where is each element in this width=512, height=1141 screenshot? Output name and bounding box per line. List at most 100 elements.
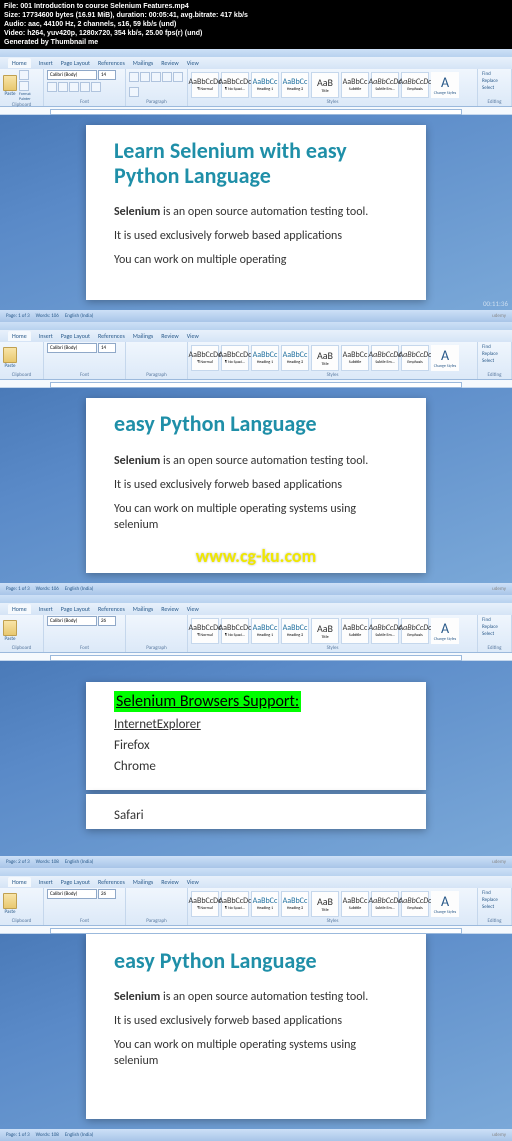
tab-insert[interactable]: Insert xyxy=(39,605,53,613)
browsers-header[interactable]: Selenium Browsers Support: xyxy=(114,692,398,711)
font-size-combo[interactable]: 14 xyxy=(98,343,116,353)
ruler[interactable] xyxy=(0,926,512,934)
font-name-combo[interactable]: Calibri (Body) xyxy=(47,889,97,899)
tab-review[interactable]: Review xyxy=(161,878,178,886)
change-styles-button[interactable]: AChange Styles xyxy=(431,345,459,371)
doc-title[interactable]: easy Python Language xyxy=(114,412,398,436)
tab-references[interactable]: References xyxy=(98,878,125,886)
replace-button[interactable]: Replace xyxy=(482,78,507,84)
style-subtle[interactable]: AaBbCcDcSubtle Em... xyxy=(371,345,399,371)
page-indicator[interactable]: Page: 1 of 3 xyxy=(6,586,30,592)
tab-view[interactable]: View xyxy=(187,605,199,613)
document-page[interactable]: easy Python Language Selenium is an open… xyxy=(86,398,426,573)
page-indicator[interactable]: Page: 1 of 3 xyxy=(6,313,30,319)
doc-paragraph-1[interactable]: Selenium is an open source automation te… xyxy=(114,204,398,220)
tab-review[interactable]: Review xyxy=(161,605,178,613)
select-button[interactable]: Select xyxy=(482,631,507,637)
bullets-button[interactable] xyxy=(129,72,139,82)
word-count[interactable]: Words: 108 xyxy=(36,1132,59,1138)
style-nospacing[interactable]: AaBbCcDc¶ No Spaci... xyxy=(221,891,249,917)
tab-pagelayout[interactable]: Page Layout xyxy=(61,605,90,613)
browser-ie[interactable]: InternetExplorer xyxy=(114,717,398,732)
document-area[interactable]: Learn Selenium witheasy Python Language … xyxy=(0,934,512,1129)
paste-button[interactable]: Paste xyxy=(3,347,17,369)
doc-paragraph-1[interactable]: Selenium is an open source automation te… xyxy=(114,989,398,1005)
cut-button[interactable] xyxy=(19,70,29,80)
style-h2[interactable]: AaBbCcHeading 2 xyxy=(281,618,309,644)
select-button[interactable]: Select xyxy=(482,904,507,910)
tab-references[interactable]: References xyxy=(98,59,125,67)
tab-pagelayout[interactable]: Page Layout xyxy=(61,332,90,340)
tab-view[interactable]: View xyxy=(187,878,199,886)
style-h1[interactable]: AaBbCcHeading 1 xyxy=(251,618,279,644)
tab-home[interactable]: Home xyxy=(8,877,31,887)
style-normal[interactable]: AaBbCcDc¶ Normal xyxy=(191,72,219,98)
doc-paragraph-3[interactable]: You can work on multiple operating xyxy=(114,252,398,268)
style-normal[interactable]: AaBbCcDc¶ Normal xyxy=(191,618,219,644)
style-emphasis[interactable]: AaBbCcDcEmphasis xyxy=(401,72,429,98)
style-emphasis[interactable]: AaBbCcDcEmphasis xyxy=(401,618,429,644)
copy-button[interactable] xyxy=(19,81,29,91)
word-count[interactable]: Words: 106 xyxy=(36,586,59,592)
style-h2[interactable]: AaBbCcHeading 2 xyxy=(281,345,309,371)
style-title[interactable]: AaBTitle xyxy=(311,618,339,644)
italic-button[interactable] xyxy=(58,82,68,92)
style-subtitle[interactable]: AaBbCcSubtitle xyxy=(341,345,369,371)
language-indicator[interactable]: English (India) xyxy=(65,1132,94,1138)
tab-view[interactable]: View xyxy=(187,332,199,340)
change-styles-button[interactable]: AChange Styles xyxy=(431,618,459,644)
underline-button[interactable] xyxy=(69,82,79,92)
document-page[interactable]: Selenium Browsers Support: InternetExplo… xyxy=(86,682,426,790)
tab-references[interactable]: References xyxy=(98,605,125,613)
language-indicator[interactable]: English (India) xyxy=(65,313,94,319)
style-h1[interactable]: AaBbCcHeading 1 xyxy=(251,891,279,917)
find-button[interactable]: Find xyxy=(482,617,507,623)
ruler[interactable] xyxy=(0,653,512,661)
tab-mailings[interactable]: Mailings xyxy=(133,605,153,613)
tab-mailings[interactable]: Mailings xyxy=(133,332,153,340)
tab-view[interactable]: View xyxy=(187,59,199,67)
font-name-combo[interactable]: Calibri (Body) xyxy=(47,343,97,353)
tab-insert[interactable]: Insert xyxy=(39,59,53,67)
doc-paragraph-3[interactable]: You can work on multiple operating syste… xyxy=(114,1037,398,1069)
language-indicator[interactable]: English (India) xyxy=(65,586,94,592)
tab-review[interactable]: Review xyxy=(161,332,178,340)
word-count[interactable]: Words: 108 xyxy=(36,859,59,865)
align-left-button[interactable] xyxy=(151,72,161,82)
strike-button[interactable] xyxy=(80,82,90,92)
replace-button[interactable]: Replace xyxy=(482,351,507,357)
browser-chrome[interactable]: Chrome xyxy=(114,759,398,774)
tab-insert[interactable]: Insert xyxy=(39,878,53,886)
tab-pagelayout[interactable]: Page Layout xyxy=(61,59,90,67)
word-count[interactable]: Words: 106 xyxy=(36,313,59,319)
style-emphasis[interactable]: AaBbCcDcEmphasis xyxy=(401,891,429,917)
page-indicator[interactable]: Page: 2 of 3 xyxy=(6,859,30,865)
tab-home[interactable]: Home xyxy=(8,58,31,68)
change-styles-button[interactable]: AChange Styles xyxy=(431,72,459,98)
style-normal[interactable]: AaBbCcDc¶ Normal xyxy=(191,345,219,371)
replace-button[interactable]: Replace xyxy=(482,897,507,903)
tab-home[interactable]: Home xyxy=(8,604,31,614)
style-subtle[interactable]: AaBbCcDcSubtle Em... xyxy=(371,618,399,644)
indent-button[interactable] xyxy=(129,87,139,97)
style-title[interactable]: AaBTitle xyxy=(311,72,339,98)
bold-button[interactable] xyxy=(47,82,57,92)
tab-mailings[interactable]: Mailings xyxy=(133,878,153,886)
style-normal[interactable]: AaBbCcDc¶ Normal xyxy=(191,891,219,917)
find-button[interactable]: Find xyxy=(482,890,507,896)
tab-home[interactable]: Home xyxy=(8,331,31,341)
style-subtitle[interactable]: AaBbCcSubtitle xyxy=(341,618,369,644)
font-size-combo[interactable]: 26 xyxy=(98,889,116,899)
document-area[interactable]: Selenium Browsers Support: InternetExplo… xyxy=(0,661,512,856)
style-subtitle[interactable]: AaBbCcSubtitle xyxy=(341,72,369,98)
document-page[interactable]: Learn Selenium with easy Python Language… xyxy=(86,125,426,300)
language-indicator[interactable]: English (India) xyxy=(65,859,94,865)
paste-button[interactable]: Paste xyxy=(3,75,17,97)
document-page-2[interactable]: Safari xyxy=(86,794,426,829)
browser-safari[interactable]: Safari xyxy=(114,808,398,823)
document-area[interactable]: easy Python Language Selenium is an open… xyxy=(0,388,512,583)
style-h2[interactable]: AaBbCcHeading 2 xyxy=(281,72,309,98)
paste-button[interactable]: Paste xyxy=(3,620,17,642)
tab-pagelayout[interactable]: Page Layout xyxy=(61,878,90,886)
document-area[interactable]: Learn Selenium with easy Python Language… xyxy=(0,115,512,310)
